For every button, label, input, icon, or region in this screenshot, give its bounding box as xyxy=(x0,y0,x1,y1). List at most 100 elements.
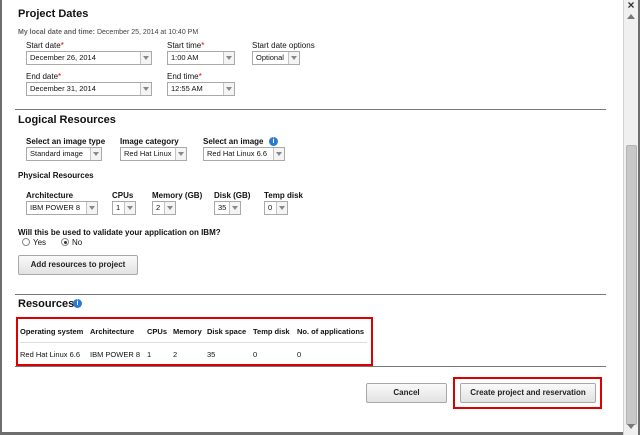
validate-yes-radio[interactable] xyxy=(22,238,30,246)
chevron-down-icon[interactable] xyxy=(223,52,234,64)
start-options-value: Optional xyxy=(256,53,284,62)
local-time-value: December 25, 2014 at 10:40 PM xyxy=(96,29,199,36)
divider xyxy=(15,294,606,295)
start-time-select[interactable]: 1:00 AM xyxy=(167,51,235,65)
chevron-down-icon[interactable] xyxy=(175,148,186,160)
chevron-down-icon[interactable] xyxy=(164,202,175,214)
image-label: Select an image xyxy=(203,137,264,146)
start-date-input[interactable]: December 26, 2014 xyxy=(26,51,152,65)
close-icon[interactable]: × xyxy=(623,0,639,12)
validate-no-radio[interactable] xyxy=(61,238,69,246)
memory-select[interactable]: 2 xyxy=(152,201,176,215)
end-time-label: End time* xyxy=(167,72,202,81)
end-date-label-text: End date xyxy=(26,72,59,81)
chevron-down-icon[interactable] xyxy=(223,83,234,95)
chevron-down-icon[interactable] xyxy=(273,148,284,160)
chevron-down-icon[interactable] xyxy=(288,52,299,64)
image-category-value: Red Hat Linux xyxy=(124,149,172,158)
required-mark: * xyxy=(58,72,62,81)
start-options-label: Start date options xyxy=(252,41,315,50)
required-mark: * xyxy=(60,41,64,50)
col-header: Architecture xyxy=(90,327,135,336)
end-date-input[interactable]: December 31, 2014 xyxy=(26,82,152,96)
table-cell: 2 xyxy=(173,350,178,359)
start-time-value: 1:00 AM xyxy=(171,53,199,62)
required-mark: * xyxy=(198,72,202,81)
cancel-button[interactable]: Cancel xyxy=(366,383,447,403)
architecture-label: Architecture xyxy=(26,191,74,200)
resources-heading: Resources xyxy=(18,298,75,310)
end-date-label: End date* xyxy=(26,72,61,81)
image-value: Red Hat Linux 6.6 xyxy=(207,149,268,158)
start-date-value: December 26, 2014 xyxy=(30,53,96,62)
start-time-label: Start time* xyxy=(167,41,204,50)
validate-no-label: No xyxy=(72,238,83,247)
start-date-label: Start date* xyxy=(26,41,64,50)
start-date-label-text: Start date xyxy=(26,41,61,50)
start-options-select[interactable]: Optional xyxy=(252,51,300,65)
scrollbar[interactable] xyxy=(623,0,638,435)
image-category-select[interactable]: Red Hat Linux xyxy=(120,147,187,161)
info-icon[interactable]: i xyxy=(269,137,278,146)
disk-value: 35 xyxy=(218,203,227,212)
calendar-dropdown-icon[interactable] xyxy=(140,83,151,95)
add-resources-button[interactable]: Add resources to project xyxy=(18,255,138,275)
temp-disk-label: Temp disk xyxy=(264,191,303,200)
table-cell: IBM POWER 8 xyxy=(90,350,141,359)
required-mark: * xyxy=(201,41,205,50)
col-header: Operating system xyxy=(20,327,84,336)
temp-disk-select[interactable]: 0 xyxy=(264,201,288,215)
chevron-down-icon[interactable] xyxy=(124,202,135,214)
end-time-select[interactable]: 12:55 AM xyxy=(167,82,235,96)
row-divider xyxy=(20,342,367,343)
chevron-down-icon[interactable] xyxy=(276,202,287,214)
disk-select[interactable]: 35 xyxy=(214,201,241,215)
table-cell: 0 xyxy=(253,350,258,359)
cpus-label: CPUs xyxy=(112,191,134,200)
scroll-thumb[interactable] xyxy=(626,145,637,425)
memory-label: Memory (GB) xyxy=(152,191,203,200)
chevron-down-icon[interactable] xyxy=(86,202,97,214)
chevron-down-icon[interactable] xyxy=(90,148,101,160)
project-dates-heading: Project Dates xyxy=(18,8,89,20)
image-category-label: Image category xyxy=(120,137,179,146)
validate-yes-label: Yes xyxy=(33,238,47,247)
col-header: CPUs xyxy=(147,327,168,336)
end-time-label-text: End time xyxy=(167,72,199,81)
chevron-down-icon[interactable] xyxy=(229,202,240,214)
architecture-select[interactable]: IBM POWER 8 xyxy=(26,201,98,215)
scroll-down-icon[interactable] xyxy=(627,424,635,429)
col-header: Disk space xyxy=(207,327,247,336)
disk-label: Disk (GB) xyxy=(214,191,251,200)
divider xyxy=(15,109,606,110)
table-cell: 1 xyxy=(147,350,152,359)
architecture-value: IBM POWER 8 xyxy=(30,203,81,212)
cpus-value: 1 xyxy=(116,203,121,212)
create-project-button[interactable]: Create project and reservation xyxy=(460,383,596,403)
cpus-select[interactable]: 1 xyxy=(112,201,136,215)
image-type-select[interactable]: Standard image xyxy=(26,147,102,161)
col-header: Temp disk xyxy=(253,327,290,336)
local-time: My local date and time: December 25, 201… xyxy=(18,29,198,36)
image-select[interactable]: Red Hat Linux 6.6 xyxy=(203,147,285,161)
start-time-label-text: Start time xyxy=(167,41,202,50)
image-type-value: Standard image xyxy=(30,149,83,158)
logical-resources-heading: Logical Resources xyxy=(18,114,116,126)
end-date-value: December 31, 2014 xyxy=(30,84,96,93)
table-cell: 35 xyxy=(207,350,216,359)
calendar-dropdown-icon[interactable] xyxy=(140,52,151,64)
table-cell: Red Hat Linux 6.6 xyxy=(20,350,81,359)
divider xyxy=(15,366,606,367)
local-time-label: My local date and time: xyxy=(18,29,96,36)
col-header: No. of applications xyxy=(297,327,365,336)
col-header: Memory xyxy=(173,327,202,336)
validate-question: Will this be used to validate your appli… xyxy=(18,228,221,237)
project-dialog: Project Dates My local date and time: De… xyxy=(2,0,624,432)
scroll-up-icon[interactable] xyxy=(627,14,635,19)
memory-value: 2 xyxy=(156,203,161,212)
info-icon[interactable]: i xyxy=(73,299,82,308)
temp-disk-value: 0 xyxy=(268,203,273,212)
image-type-label: Select an image type xyxy=(26,137,106,146)
end-time-value: 12:55 AM xyxy=(171,84,203,93)
physical-resources-heading: Physical Resources xyxy=(18,171,94,180)
